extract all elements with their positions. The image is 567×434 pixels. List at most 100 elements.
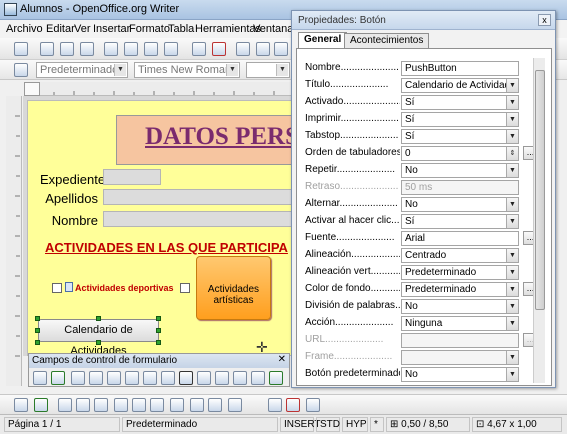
checkbox-sport[interactable]	[52, 283, 62, 293]
menu-insertar[interactable]: Insertar	[93, 23, 130, 35]
menu-tabla[interactable]: Tabla	[168, 23, 194, 35]
list-box-icon[interactable]	[215, 371, 229, 385]
prop-fuente-input[interactable]: Arial	[401, 231, 519, 246]
resize-handle[interactable]	[156, 316, 161, 321]
prop-alternar-select[interactable]: No ▼	[401, 197, 519, 212]
new-document-icon[interactable]	[14, 42, 28, 56]
prop-imprimir-select[interactable]: Sí ▼	[401, 112, 519, 127]
arrange-icon[interactable]	[228, 398, 242, 412]
select-arrow-icon[interactable]	[14, 398, 28, 412]
spin-arrows-icon[interactable]: ⇕	[506, 147, 518, 160]
menu-ventana[interactable]: Ventana	[253, 23, 293, 35]
tab-order-icon[interactable]	[94, 398, 108, 412]
close-icon[interactable]: x	[538, 14, 551, 26]
artistic-activities-button[interactable]: Actividades artísticas	[196, 256, 271, 320]
resize-handle[interactable]	[156, 340, 161, 345]
form-navigator-icon[interactable]	[132, 398, 146, 412]
open-folder-icon[interactable]	[40, 42, 54, 56]
checkbox-art[interactable]	[180, 283, 190, 293]
tab-general[interactable]: General	[298, 32, 348, 49]
prop-titulo-select[interactable]: Calendario de Actividades ▼	[401, 78, 519, 93]
page-preview-icon[interactable]	[164, 42, 178, 56]
status-style[interactable]: Predeterminado	[122, 417, 278, 432]
prop-repetir-select[interactable]: No ▼	[401, 163, 519, 178]
menu-formato[interactable]: Formato	[129, 23, 170, 35]
copy-icon[interactable]	[256, 42, 270, 56]
open-design-mode-icon[interactable]	[150, 398, 164, 412]
combo-box-icon[interactable]	[233, 371, 247, 385]
prop-tabstop-select[interactable]: Sí ▼	[401, 129, 519, 144]
control-properties-icon[interactable]	[58, 398, 72, 412]
vertical-ruler[interactable]	[6, 96, 22, 386]
export-pdf-icon[interactable]	[124, 42, 138, 56]
tab-acontecimientos[interactable]: Acontecimientos	[344, 33, 430, 48]
push-button-tool-icon[interactable]	[179, 371, 193, 385]
form-properties-icon[interactable]	[76, 398, 90, 412]
expediente-field[interactable]	[103, 169, 161, 185]
design-mode-icon[interactable]	[51, 371, 65, 385]
font-size-select[interactable]: ▼	[246, 62, 290, 78]
option-button-icon[interactable]	[197, 371, 211, 385]
spellcheck-icon[interactable]	[192, 42, 206, 56]
autospellcheck-icon[interactable]	[212, 42, 226, 56]
prop-activar-clic-select[interactable]: Sí ▼	[401, 214, 519, 229]
edit-file-icon[interactable]	[104, 42, 118, 56]
close-icon[interactable]: ✕	[278, 354, 286, 365]
menu-herramientas[interactable]: Herramientas	[195, 23, 261, 35]
apellidos-field[interactable]	[103, 189, 296, 205]
grid-icon[interactable]	[268, 398, 282, 412]
status-selection-mode[interactable]: STD	[316, 417, 340, 432]
prop-boton-predeterminado-select[interactable]: No ▼	[401, 367, 519, 382]
position-size-icon[interactable]	[170, 398, 184, 412]
dialog-scrollbar[interactable]	[533, 58, 545, 383]
align-icon[interactable]	[190, 398, 204, 412]
formatted-field-icon[interactable]	[161, 371, 175, 385]
paste-icon[interactable]	[274, 42, 288, 56]
prop-alineacion-select[interactable]: Centrado ▼	[401, 248, 519, 263]
more-controls-icon[interactable]	[269, 371, 283, 385]
anchor-icon[interactable]	[208, 398, 222, 412]
control-properties-icon[interactable]	[71, 371, 85, 385]
resize-handle[interactable]	[156, 328, 161, 333]
resize-handle[interactable]	[35, 328, 40, 333]
font-name-select[interactable]: Times New Roman ▼	[134, 62, 240, 78]
form-controls-title[interactable]: Campos de control de formulario	[29, 354, 289, 368]
prop-accion-select[interactable]: Ninguna ▼	[401, 316, 519, 331]
dialog-title[interactable]: Propiedades: Botón	[292, 11, 555, 30]
resize-handle[interactable]	[96, 340, 101, 345]
paragraph-style-select[interactable]: Predeterminado ▼	[36, 62, 128, 78]
prop-nombre-input[interactable]: PushButton	[401, 61, 519, 76]
nombre-field[interactable]	[103, 211, 296, 227]
print-icon[interactable]	[144, 42, 158, 56]
menu-ver[interactable]: Ver	[74, 23, 91, 35]
resize-handle[interactable]	[35, 316, 40, 321]
horizontal-ruler[interactable]	[24, 82, 296, 96]
form-navigator-icon[interactable]	[107, 371, 121, 385]
prop-color-fondo-select[interactable]: Predeterminado ▼	[401, 282, 519, 297]
menu-archivo[interactable]: Archivo	[6, 23, 43, 35]
design-mode-icon[interactable]	[34, 398, 48, 412]
prop-alineacion-vert-select[interactable]: Predeterminado ▼	[401, 265, 519, 280]
save-icon[interactable]	[60, 42, 74, 56]
calendar-button[interactable]: Calendario de Actividades	[38, 319, 159, 357]
styles-icon[interactable]	[14, 63, 28, 77]
form-properties-icon[interactable]	[89, 371, 103, 385]
prop-division-select[interactable]: No ▼	[401, 299, 519, 314]
add-field-icon[interactable]	[114, 398, 128, 412]
label-field-icon[interactable]	[251, 371, 265, 385]
resize-handle[interactable]	[96, 316, 101, 321]
select-pointer-icon[interactable]	[33, 371, 47, 385]
resize-handle[interactable]	[35, 340, 40, 345]
checkbox-tool-icon[interactable]	[125, 371, 139, 385]
status-insert-mode[interactable]: INSERT	[280, 417, 321, 432]
guides-icon[interactable]	[286, 398, 300, 412]
text-box-tool-icon[interactable]	[143, 371, 157, 385]
status-page[interactable]: Página 1 / 1	[4, 417, 120, 432]
status-hyperlink-mode[interactable]: HYP	[342, 417, 368, 432]
group-icon[interactable]	[306, 398, 320, 412]
cut-icon[interactable]	[236, 42, 250, 56]
scrollbar-thumb[interactable]	[535, 70, 545, 310]
email-icon[interactable]	[80, 42, 94, 56]
prop-activado-select[interactable]: Sí ▼	[401, 95, 519, 110]
menu-editar[interactable]: Editar	[46, 23, 75, 35]
